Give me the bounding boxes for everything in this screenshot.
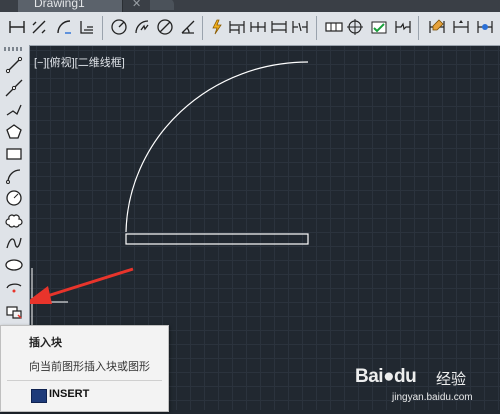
dimension-update-icon[interactable] xyxy=(452,18,470,36)
polyline-icon[interactable] xyxy=(4,100,24,120)
quick-dimension-icon[interactable] xyxy=(208,18,226,36)
baseline-dimension-icon[interactable] xyxy=(228,18,246,36)
close-icon[interactable]: ✕ xyxy=(132,0,141,10)
circle-icon[interactable] xyxy=(4,188,24,208)
tolerance-icon[interactable] xyxy=(325,18,343,36)
door-panel-rectangle xyxy=(125,233,309,245)
dimension-jogged-icon[interactable] xyxy=(133,18,151,36)
command-line-icon xyxy=(31,389,47,403)
arc-icon[interactable] xyxy=(4,166,24,186)
tooltip-divider xyxy=(7,380,162,381)
dimension-angular-icon[interactable] xyxy=(179,18,197,36)
dimension-toolbar xyxy=(0,12,500,46)
dimension-aligned-icon[interactable] xyxy=(30,18,48,36)
watermark-text: 经验 xyxy=(436,371,467,388)
line-icon[interactable] xyxy=(4,55,24,75)
jogged-linear-icon[interactable] xyxy=(394,18,412,36)
revision-cloud-icon[interactable] xyxy=(4,211,24,231)
polygon-icon[interactable] xyxy=(4,122,24,142)
dimension-edit-icon[interactable] xyxy=(428,18,446,36)
palette-grip[interactable] xyxy=(4,47,24,51)
dimension-diameter-icon[interactable] xyxy=(156,18,174,36)
baidu-logo: Bai●du xyxy=(355,366,417,387)
dimension-arc-icon[interactable] xyxy=(55,18,73,36)
construction-line-icon[interactable] xyxy=(4,78,24,98)
tab-drawing1[interactable]: Drawing1 xyxy=(18,0,123,12)
document-tab-bar: Drawing1 ✕ xyxy=(0,0,500,12)
red-arrow xyxy=(43,267,134,299)
ellipse-arc-icon[interactable] xyxy=(4,277,24,297)
dimension-radius-icon[interactable] xyxy=(110,18,128,36)
rectangle-icon[interactable] xyxy=(4,144,24,164)
door-swing-arc xyxy=(125,61,309,233)
insert-block-tooltip: 插入块 向当前图形插入块或图形 INSERT xyxy=(0,325,169,412)
spline-icon[interactable] xyxy=(4,233,24,253)
tooltip-title: 插入块 xyxy=(29,337,62,349)
dimension-break-icon[interactable] xyxy=(291,18,309,36)
ellipse-icon[interactable] xyxy=(4,255,24,275)
center-mark-icon[interactable] xyxy=(346,18,364,36)
dimension-linear-icon[interactable] xyxy=(8,18,26,36)
continue-dimension-icon[interactable] xyxy=(249,18,267,36)
dimension-space-icon[interactable] xyxy=(270,18,288,36)
dimension-ordinate-icon[interactable] xyxy=(78,18,96,36)
red-arrowhead xyxy=(30,286,52,304)
watermark-url: jingyan.baidu.com xyxy=(392,392,473,403)
tab-title: Drawing1 xyxy=(34,0,85,10)
tooltip-command: INSERT xyxy=(49,388,90,400)
tooltip-description: 向当前图形插入块或图形 xyxy=(29,361,150,373)
insert-block-icon[interactable] xyxy=(4,301,24,321)
inspection-icon[interactable] xyxy=(370,18,388,36)
new-tab-button[interactable] xyxy=(150,0,174,10)
dimension-override-icon[interactable] xyxy=(476,18,494,36)
